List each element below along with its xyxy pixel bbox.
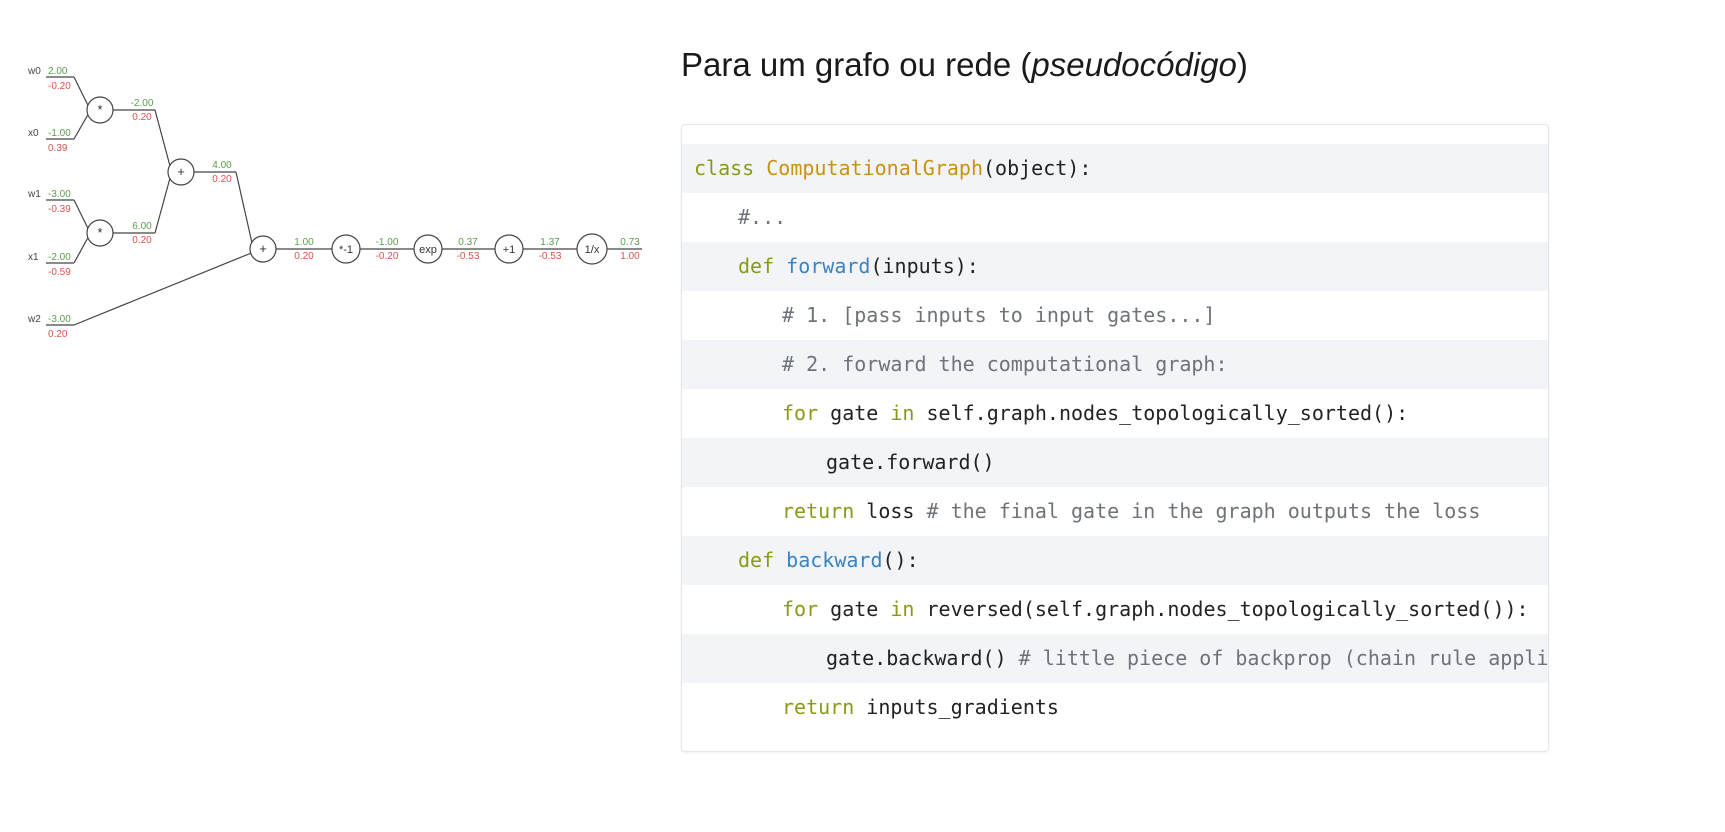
gate-label: * [97,225,102,240]
input-value: -2.00 [48,252,71,263]
edge-gradient: 1.00 [620,251,640,262]
input-gradient: 0.20 [48,329,68,340]
code-line: gate.backward() # little piece of backpr… [682,634,1549,683]
code-token: (inputs): [870,254,979,278]
edge-value: 1.00 [294,237,314,248]
code-line: gate.forward() [682,438,1548,487]
graph-edge [154,109,171,167]
input-value: -1.00 [48,128,71,139]
edge-gradient: 0.20 [294,251,314,262]
code-line: # 2. forward the computational graph: [682,340,1548,389]
edge-value: -1.00 [376,237,399,248]
code-line: return inputs_gradients [682,683,1548,732]
code-line: class ComputationalGraph(object): [682,144,1548,193]
graph-edge [154,177,171,234]
heading-suffix: ) [1236,46,1248,83]
input-gradient: 0.39 [48,143,68,154]
code-token: # the final gate in the graph outputs th… [926,499,1481,523]
input-label: w1 [27,189,41,200]
section-heading: Para um grafo ou rede (pseudocódigo) [681,46,1248,84]
code-token: def [738,254,787,278]
gate-label: +1 [503,244,516,256]
edge-value: 0.37 [458,237,478,248]
edge-gradient: 0.20 [212,174,232,185]
heading-italic: pseudocódigo [1031,46,1237,83]
computational-graph-diagram: w0 2.00 -0.20 x0 -1.00 0.39 w1 -3.00 -0.39 x1 -2.0… [27,66,642,340]
edge-gradient: 0.20 [132,112,152,123]
input-gradient: -0.59 [48,267,71,278]
heading-prefix: Para um grafo ou rede ( [681,46,1032,83]
code-token: loss [854,499,927,523]
graph-edge [235,171,253,244]
input-gradient: -0.39 [48,204,71,215]
code-token: (): [882,548,919,572]
input-wire [73,252,252,326]
input-label: x1 [28,252,39,263]
input-label: w0 [27,66,41,77]
edge-value: 0.73 [620,237,640,248]
input-value: -3.00 [48,189,71,200]
code-token: for [782,401,819,425]
code-token: class [694,156,767,180]
edge-value: 4.00 [212,160,232,171]
code-line: #... [682,193,1548,242]
code-token: gate [818,597,891,621]
code-token: ComputationalGraph [766,156,983,180]
input-label: w2 [27,314,41,325]
input-gradient: -0.20 [48,81,71,92]
code-line: return loss # the final gate in the grap… [682,487,1548,536]
code-token: gate.forward() [826,450,995,474]
code-line: for gate in self.graph.nodes_topological… [682,389,1548,438]
edge-gradient: -0.20 [376,251,399,262]
code-token: forward [786,254,871,278]
code-token: return [782,695,855,719]
code-block: class ComputationalGraph(object): #... def… [681,124,1549,752]
code-token: #... [738,205,787,229]
gate-label: * [97,102,102,117]
input-wire [73,199,89,230]
edge-value: 6.00 [132,221,152,232]
edge-value: 1.37 [540,237,560,248]
code-token: def [738,548,787,572]
code-line: # 1. [pass inputs to input gates...] [682,291,1548,340]
input-wire [73,113,89,140]
edge-gradient: 0.20 [132,235,152,246]
code-token: gate.backward() [826,646,1019,670]
edge-value: -2.00 [131,98,154,109]
code-token: return [782,499,855,523]
input-value: -3.00 [48,314,71,325]
code-line: def backward(): [682,536,1548,585]
gate-label: exp [419,244,437,256]
code-token: # little piece of backprop (chain rule a… [1018,646,1549,670]
code-token: for [782,597,819,621]
edge-gradient: -0.53 [539,251,562,262]
gate-label: + [177,164,185,179]
gate-label: *-1 [339,244,353,256]
gate-label: + [259,241,267,256]
code-line: def forward(inputs): [682,242,1548,291]
code-token: inputs_gradients [854,695,1059,719]
code-token: # 1. [pass inputs to input gates...] [782,303,1216,327]
gate-label: 1/x [585,244,600,256]
input-wire [73,76,89,107]
code-token: in [890,597,915,621]
code-token: self.graph.nodes_topologically_sorted(): [914,401,1409,425]
code-token: in [890,401,915,425]
code-token: (object): [983,156,1092,180]
code-token: gate [818,401,891,425]
input-wire [73,236,89,264]
code-line: for gate in reversed(self.graph.nodes_to… [682,585,1548,634]
input-label: x0 [28,128,39,139]
edge-gradient: -0.53 [457,251,480,262]
code-token: reversed(self.graph.nodes_topologically_… [914,597,1529,621]
code-token: backward [786,548,883,572]
input-value: 2.00 [48,66,68,77]
code-token: # 2. forward the computational graph: [782,352,1228,376]
